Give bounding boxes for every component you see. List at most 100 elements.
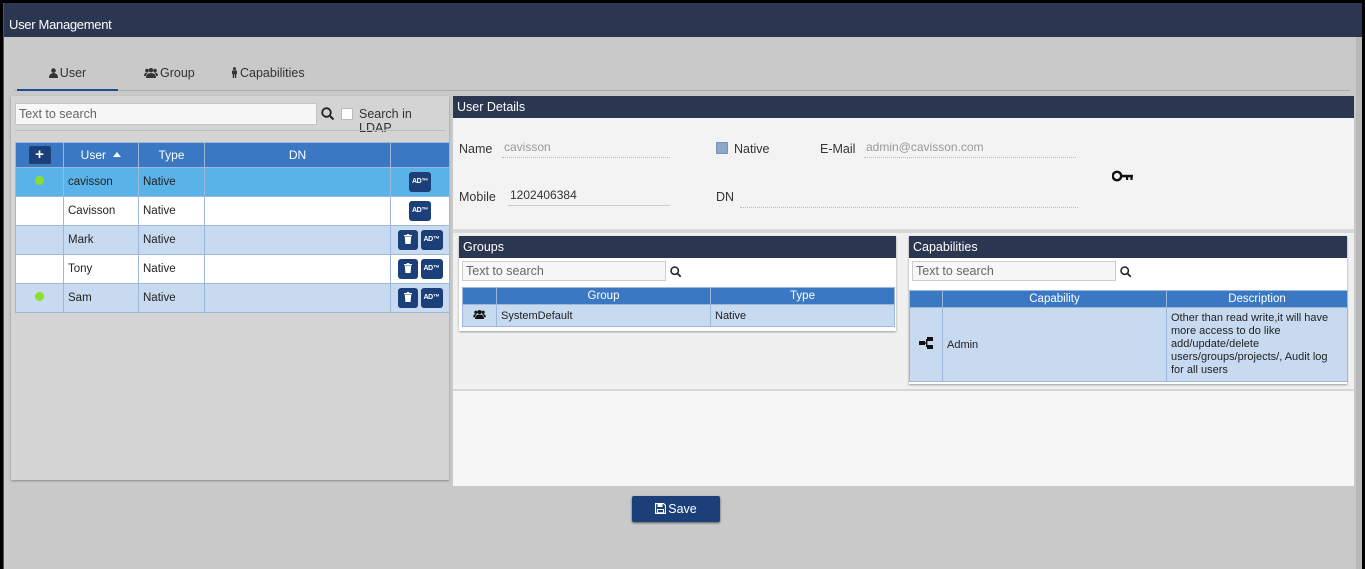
name-label: Name bbox=[459, 142, 493, 156]
table-row[interactable]: Sam Native AD™ bbox=[15, 283, 450, 313]
online-indicator bbox=[35, 176, 44, 185]
capability-icon-column-header bbox=[909, 290, 943, 308]
user-details-header: User Details bbox=[453, 96, 1354, 118]
group-icon-cell bbox=[462, 304, 497, 327]
type-column-header[interactable]: Type bbox=[138, 142, 205, 168]
user-table-header: + User Type DN bbox=[15, 142, 450, 168]
native-label: Native bbox=[734, 142, 770, 156]
type-cell: Native bbox=[138, 254, 205, 284]
delete-button[interactable] bbox=[397, 230, 418, 250]
delete-button[interactable] bbox=[397, 288, 418, 308]
users-icon bbox=[473, 309, 486, 319]
save-button[interactable]: Save bbox=[632, 496, 720, 522]
dn-cell bbox=[204, 225, 391, 255]
group-column-header[interactable]: Group bbox=[496, 287, 711, 305]
dn-cell bbox=[204, 283, 391, 313]
group-type-cell: Native bbox=[710, 304, 895, 327]
ad-button[interactable]: AD™ bbox=[409, 172, 431, 192]
user-details-area: User Details Name cavisson Native E-Mail… bbox=[453, 96, 1354, 486]
capability-description-cell: Other than read write,it will have more … bbox=[1166, 307, 1348, 382]
user-search-input[interactable] bbox=[15, 103, 317, 125]
dn-column-header[interactable]: DN bbox=[204, 142, 391, 168]
user-management-window: User Management User Group Capabilities … bbox=[3, 3, 1362, 569]
table-row[interactable]: Tony Native AD™ bbox=[15, 254, 450, 284]
ad-button[interactable]: AD™ bbox=[420, 259, 443, 279]
user-list-panel: Search in LDAP + User Type DN cavisson N… bbox=[11, 96, 450, 480]
tab-user[interactable]: User bbox=[17, 63, 118, 91]
capabilities-table-header: Capability Description bbox=[909, 290, 1348, 308]
ad-button[interactable]: AD™ bbox=[420, 230, 443, 250]
mobile-field[interactable]: 1202406384 bbox=[508, 188, 670, 206]
ad-button[interactable]: AD™ bbox=[420, 288, 443, 308]
groups-panel: Groups Group Type SystemDefault Native bbox=[459, 236, 896, 331]
groups-table: Group Type SystemDefault Native bbox=[462, 287, 895, 327]
user-cell: Mark bbox=[63, 225, 139, 255]
dn-cell bbox=[204, 167, 391, 197]
add-column-header: + bbox=[15, 142, 64, 168]
groups-table-header: Group Type bbox=[462, 287, 895, 305]
actions-column-header bbox=[390, 142, 450, 168]
email-field[interactable]: admin@cavisson.com bbox=[864, 140, 1076, 158]
groups-header: Groups bbox=[459, 236, 896, 258]
native-checkbox[interactable] bbox=[716, 142, 728, 154]
table-row[interactable]: Cavisson Native AD™ bbox=[15, 196, 450, 226]
dn-cell bbox=[204, 254, 391, 284]
tab-capabilities[interactable]: Capabilities bbox=[231, 63, 305, 91]
user-search-row: Search in LDAP bbox=[15, 103, 445, 135]
name-field[interactable]: cavisson bbox=[502, 140, 670, 158]
status-cell bbox=[15, 254, 64, 284]
search-icon[interactable] bbox=[321, 107, 335, 121]
status-cell bbox=[15, 225, 64, 255]
details-footer-area bbox=[453, 389, 1354, 486]
tab-bar: User Group Capabilities bbox=[14, 55, 1350, 91]
capabilities-panel: Capabilities Capability Description Admi… bbox=[909, 236, 1348, 384]
status-cell bbox=[15, 283, 64, 313]
tab-group-label: Group bbox=[160, 66, 195, 80]
save-icon bbox=[655, 502, 667, 515]
tab-group[interactable]: Group bbox=[144, 63, 195, 91]
actions-cell: AD™ bbox=[390, 283, 450, 313]
actions-cell: AD™ bbox=[390, 196, 450, 226]
scrollbar[interactable] bbox=[1356, 37, 1362, 569]
user-cell: Cavisson bbox=[63, 196, 139, 226]
actions-cell: AD™ bbox=[390, 167, 450, 197]
tab-user-label: User bbox=[59, 66, 87, 80]
user-table: + User Type DN cavisson Native AD™ Cavis… bbox=[15, 142, 450, 313]
description-column-header[interactable]: Description bbox=[1166, 290, 1348, 308]
add-user-button[interactable]: + bbox=[28, 146, 51, 164]
type-cell: Native bbox=[138, 225, 205, 255]
online-indicator bbox=[35, 292, 44, 301]
trash-icon bbox=[403, 234, 412, 244]
user-column-header[interactable]: User bbox=[63, 142, 139, 168]
groups-search-input[interactable] bbox=[462, 261, 666, 281]
capability-column-header[interactable]: Capability bbox=[942, 290, 1167, 308]
capability-name-cell: Admin bbox=[942, 307, 1167, 382]
table-row[interactable]: Admin Other than read write,it will have… bbox=[909, 307, 1348, 382]
actions-cell: AD™ bbox=[390, 225, 450, 255]
trash-icon bbox=[403, 292, 412, 302]
group-type-column-header[interactable]: Type bbox=[710, 287, 895, 305]
user-cell: Sam bbox=[63, 283, 139, 313]
ldap-checkbox[interactable] bbox=[341, 108, 353, 120]
delete-button[interactable] bbox=[397, 259, 418, 279]
search-icon[interactable] bbox=[670, 266, 682, 278]
email-label: E-Mail bbox=[820, 142, 856, 156]
capabilities-search-input[interactable] bbox=[912, 261, 1116, 281]
divider bbox=[15, 130, 445, 131]
trash-icon bbox=[403, 263, 412, 273]
table-row[interactable]: SystemDefault Native bbox=[462, 304, 895, 327]
ad-button[interactable]: AD™ bbox=[409, 201, 431, 221]
table-row[interactable]: cavisson Native AD™ bbox=[15, 167, 450, 197]
person-icon bbox=[232, 67, 237, 78]
capabilities-header: Capabilities bbox=[909, 236, 1347, 258]
type-cell: Native bbox=[138, 283, 205, 313]
key-icon[interactable] bbox=[1112, 170, 1134, 182]
search-icon[interactable] bbox=[1120, 266, 1132, 278]
table-row[interactable]: Mark Native AD™ bbox=[15, 225, 450, 255]
capability-icon-cell bbox=[909, 307, 943, 382]
mobile-label: Mobile bbox=[459, 190, 496, 204]
divider bbox=[453, 229, 1354, 233]
window-title: User Management bbox=[4, 3, 1362, 37]
dn-field[interactable] bbox=[740, 190, 1078, 208]
user-column-label: User bbox=[80, 148, 106, 162]
